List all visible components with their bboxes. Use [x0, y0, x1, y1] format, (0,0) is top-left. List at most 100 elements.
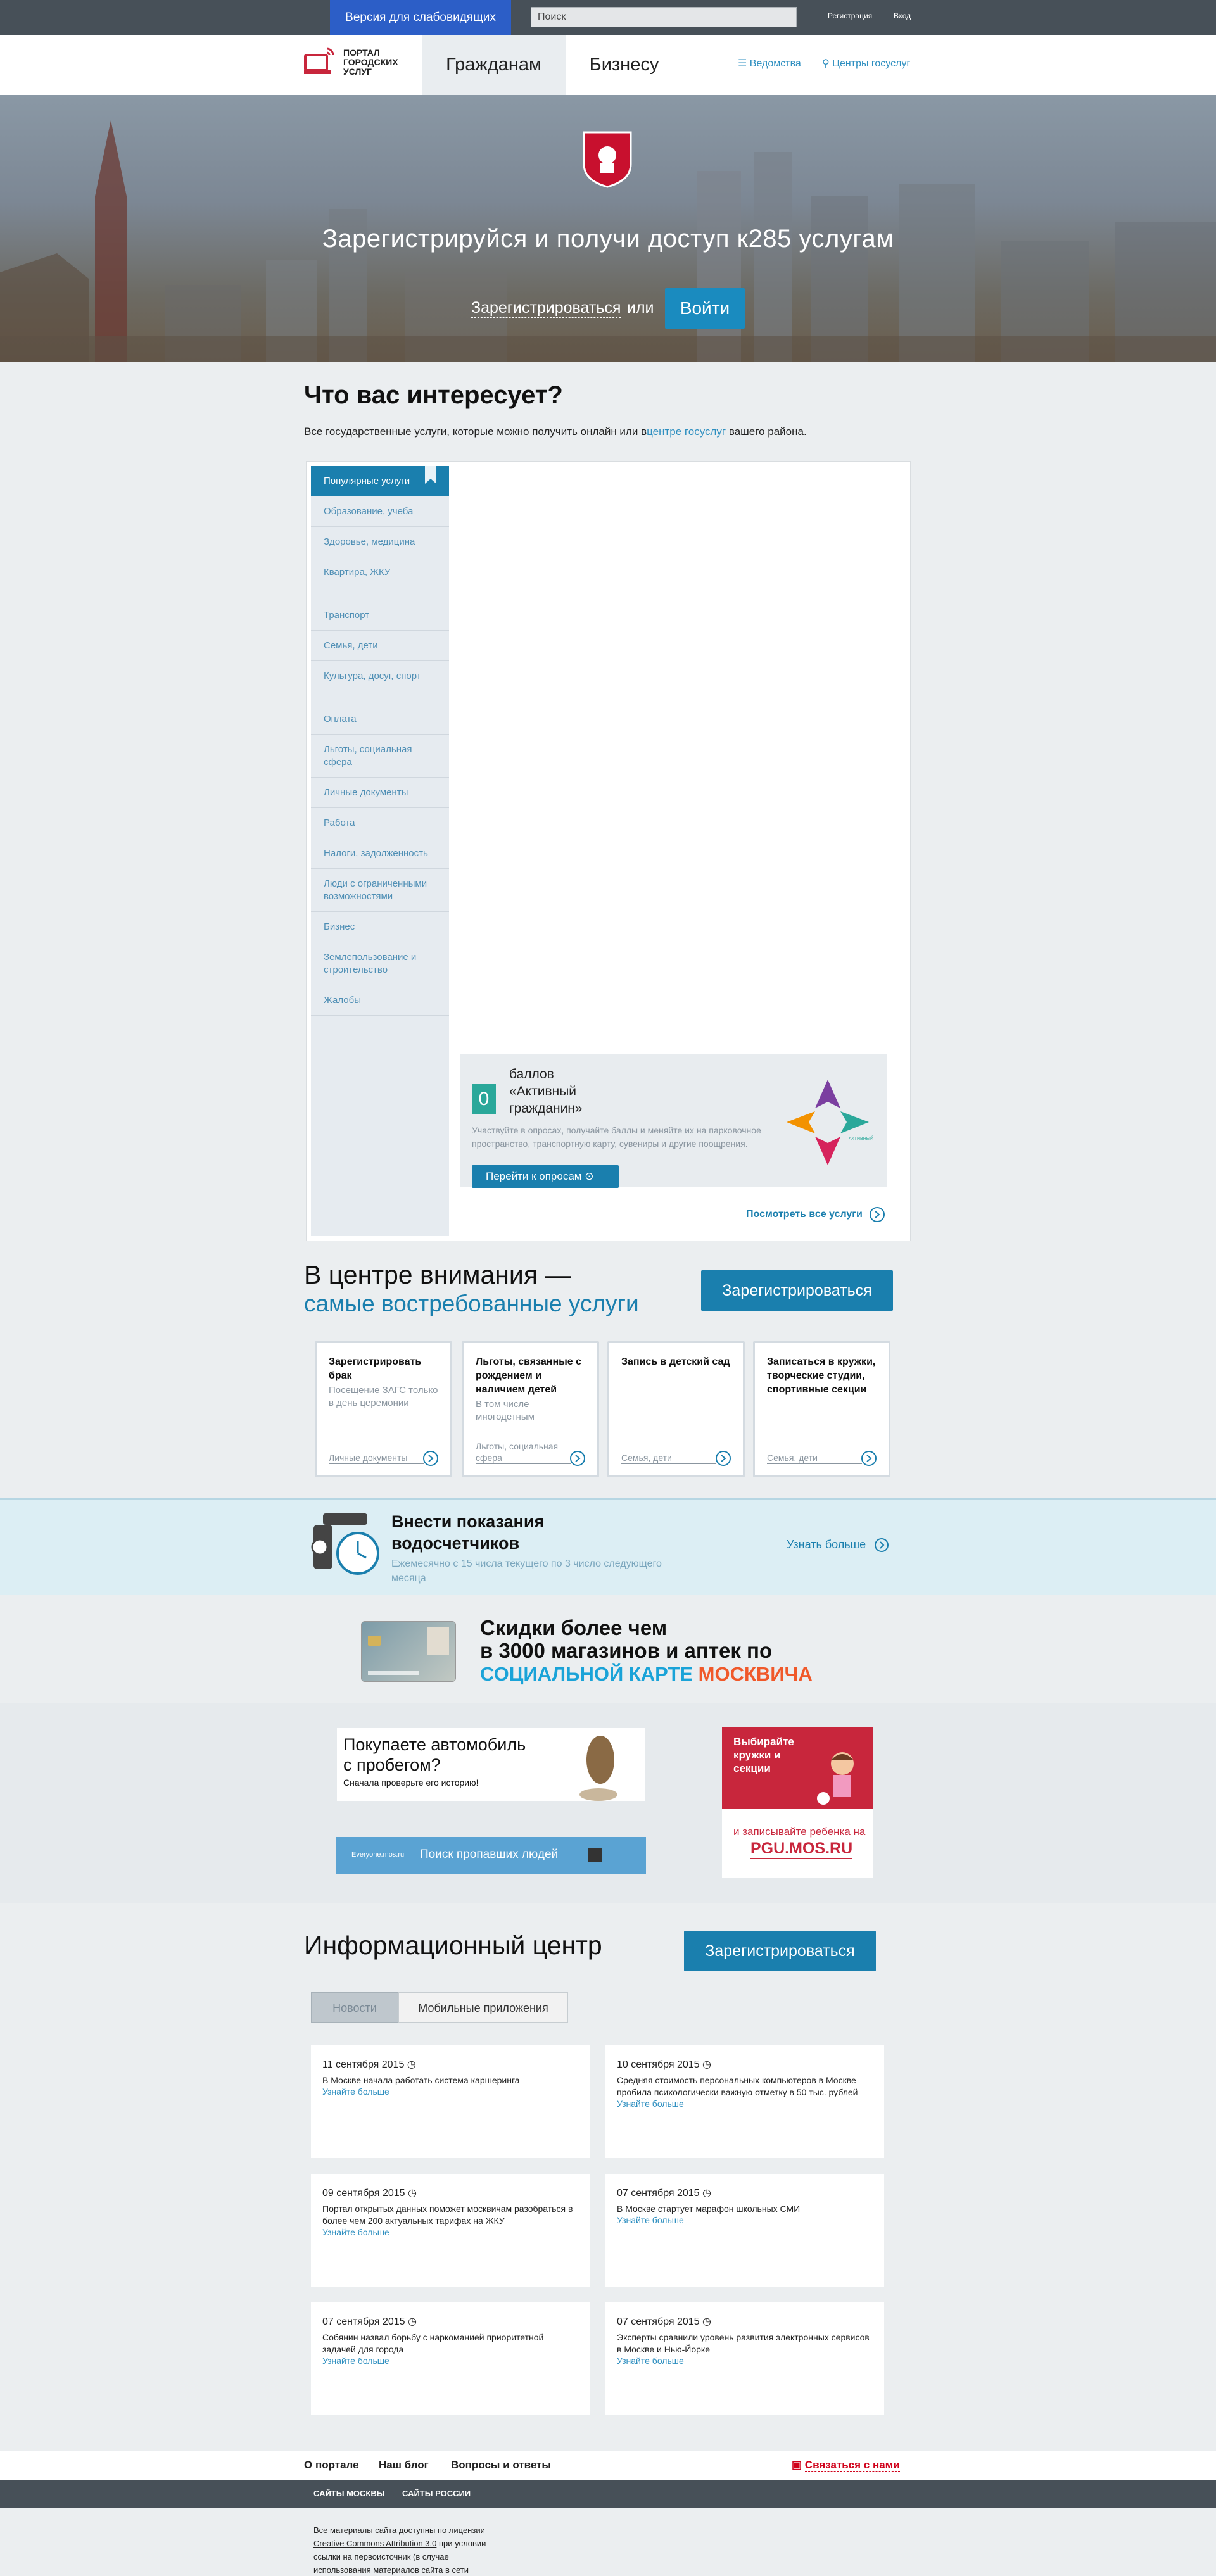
login-link[interactable]: Вход [894, 11, 911, 20]
info-register-button[interactable]: Зарегистрироваться [684, 1931, 876, 1971]
missing-people-site: Everyone.mos.ru [352, 1851, 405, 1859]
news-date: 09 сентября 2015 ◷ [322, 2188, 417, 2199]
footer-link-blog[interactable]: Наш блог [379, 2459, 429, 2472]
news-card[interactable]: 10 сентября 2015 ◷ Средняя стоимость перс… [605, 2045, 884, 2158]
news-more-link[interactable]: Узнайте больше [322, 2227, 390, 2237]
category-item[interactable]: Квартира, ЖКУ [311, 557, 449, 600]
service-card-category-link[interactable]: Семья, дети [767, 1452, 862, 1464]
services-count-link[interactable]: 285 услугам [748, 225, 894, 253]
vision-impaired-link[interactable]: Версия для слабовидящих [330, 0, 511, 35]
category-item[interactable]: Налоги, задолженность [311, 838, 449, 869]
news-card[interactable]: 07 сентября 2015 ◷ Эксперты сравнили уров… [605, 2302, 884, 2415]
category-item[interactable]: Оплата [311, 704, 449, 735]
footer-link-faq[interactable]: Вопросы и ответы [451, 2459, 551, 2472]
service-card-title: Зарегистрировать брак [329, 1356, 422, 1381]
social-card-line1: Скидки более чем [480, 1616, 668, 1639]
go-to-polls-button[interactable]: Перейти к опросам ⊙ [472, 1165, 619, 1188]
news-card[interactable]: 07 сентября 2015 ◷ Собянин назвал борьбу … [311, 2302, 590, 2415]
tab-news[interactable]: Новости [311, 1992, 398, 2023]
arrow-circle-icon[interactable] [715, 1450, 732, 1467]
news-text: Портал открытых данных поможет москвичам… [322, 2204, 573, 2226]
service-card[interactable]: Запись в детский сад Семья, дети [607, 1341, 745, 1477]
social-card-line3: СОЦИАЛЬНОЙ КАРТЕ МОСКВИЧА [480, 1663, 813, 1685]
category-item[interactable]: Культура, досуг, спорт [311, 661, 449, 704]
service-centers-inline-link[interactable]: центре госуслуг [647, 426, 726, 438]
register-link[interactable]: Регистрация [828, 11, 872, 20]
missing-people-logo-icon [588, 1848, 602, 1862]
list-icon: ☰ [738, 58, 750, 69]
category-item[interactable]: Землепользование и строительство [311, 942, 449, 985]
missing-people-label: Поиск пропавших людей [420, 1848, 559, 1861]
hero-login-button[interactable]: Войти [665, 288, 745, 329]
service-card[interactable]: Зарегистрировать брак Посещение ЗАГС толь… [315, 1341, 452, 1477]
news-card[interactable]: 07 сентября 2015 ◷ В Москве стартует мара… [605, 2174, 884, 2287]
news-text: В Москве начала работать система каршери… [322, 2075, 520, 2085]
category-item[interactable]: Льготы, социальная сфера [311, 735, 449, 778]
news-card[interactable]: 09 сентября 2015 ◷ Портал открытых данных… [311, 2174, 590, 2287]
service-card-title: Льготы, связанные с рождением и наличием… [476, 1356, 582, 1395]
tab-citizens[interactable]: Гражданам [422, 35, 566, 95]
water-more-link[interactable]: Узнать больше [787, 1537, 889, 1553]
news-more-link[interactable]: Узнайте больше [322, 2087, 390, 2097]
kids-ad-site: PGU.MOS.RU [750, 1840, 853, 1859]
category-item[interactable]: Личные документы [311, 778, 449, 808]
active-citizen-description: Участвуйте в опросах, получайте баллы и … [472, 1125, 761, 1149]
portal-logo-icon[interactable] [304, 46, 336, 79]
news-text: Собянин назвал борьбу с наркоманией прио… [322, 2332, 544, 2354]
news-more-link[interactable]: Узнайте больше [322, 2356, 390, 2366]
clock-icon: ◷ [405, 2188, 417, 2199]
news-card[interactable]: 11 сентября 2015 ◷ В Москве начала работа… [311, 2045, 590, 2158]
tab-business[interactable]: Бизнесу [566, 35, 683, 95]
category-item[interactable]: Здоровье, медицина [311, 527, 449, 557]
category-item[interactable]: Люди с ограниченными возможностями [311, 869, 449, 912]
news-date: 07 сентября 2015 ◷ [617, 2188, 711, 2199]
social-card-image [361, 1621, 456, 1682]
news-text: Средняя стоимость персональных компьютер… [617, 2075, 858, 2097]
moscow-sites-link[interactable]: САЙТЫ МОСКВЫ [314, 2489, 384, 2498]
info-center-heading: Информационный центр [304, 1931, 602, 1960]
search-input[interactable]: Поиск [531, 7, 797, 27]
service-card[interactable]: Записаться в кружки, творческие студии, … [753, 1341, 890, 1477]
category-item[interactable]: Образование, учеба [311, 496, 449, 527]
departments-link[interactable]: ☰ Ведомства [738, 57, 801, 70]
top-bar-spacer [294, 0, 330, 35]
service-card-category-link[interactable]: Личные документы [329, 1452, 424, 1464]
category-item[interactable]: Бизнес [311, 912, 449, 942]
arrow-circle-icon[interactable] [422, 1450, 439, 1467]
footer-link-about[interactable]: О портале [304, 2459, 359, 2472]
category-item[interactable]: Работа [311, 808, 449, 838]
footer-nav: О портале Наш блог Вопросы и ответы [0, 2451, 1216, 2480]
service-centers-link[interactable]: ⚲ Центры госуслуг [822, 57, 910, 70]
news-text: В Москве стартует марафон школьных СМИ [617, 2204, 801, 2214]
arrow-circle-icon[interactable] [569, 1450, 586, 1467]
bookmark-icon [425, 466, 436, 484]
search-button[interactable] [776, 8, 796, 27]
used-car-ad-title: Покупаете автомобиль с пробегом? [343, 1735, 526, 1774]
news-more-link[interactable]: Узнайте больше [617, 2356, 684, 2366]
tab-mobile-apps[interactable]: Мобильные приложения [398, 1992, 568, 2023]
hero-register-link[interactable]: Зарегистрироваться [471, 299, 621, 318]
social-card-line2: в 3000 магазинов и аптек по [480, 1639, 773, 1662]
news-more-link[interactable]: Узнайте больше [617, 2215, 684, 2225]
category-item[interactable]: Семья, дети [311, 631, 449, 661]
portal-logo-text[interactable]: ПОРТАЛ ГОРОДСКИХ УСЛУГ [343, 48, 419, 77]
category-item[interactable]: Жалобы [311, 985, 449, 1016]
service-card-category-link[interactable]: Семья, дети [621, 1452, 716, 1464]
location-pin-icon: ⚲ [822, 58, 833, 69]
service-card-category-link[interactable]: Льготы, социальная сфера [476, 1441, 571, 1464]
license-link[interactable]: Creative Commons Attribution 3.0 [314, 2539, 436, 2548]
contact-us-link[interactable]: ▣ Связаться с нами [792, 2459, 900, 2472]
active-citizen-title: баллов «Активный гражданин» [509, 1067, 583, 1116]
arrow-circle-icon: ⊙ [585, 1170, 594, 1182]
see-all-services-link[interactable]: Посмотреть все услуги [746, 1206, 885, 1223]
category-item[interactable]: Транспорт [311, 600, 449, 631]
focus-title: В центре внимания — [304, 1260, 571, 1289]
focus-register-button[interactable]: Зарегистрироваться [701, 1270, 893, 1311]
service-card-subtitle: Посещение ЗАГС только в день церемонии [329, 1385, 438, 1408]
russia-sites-link[interactable]: САЙТЫ РОССИИ [402, 2489, 471, 2498]
service-card[interactable]: Льготы, связанные с рождением и наличием… [462, 1341, 599, 1477]
clock-icon: ◷ [699, 2316, 711, 2327]
news-more-link[interactable]: Узнайте больше [617, 2099, 684, 2109]
arrow-circle-icon[interactable] [861, 1450, 877, 1467]
active-citizen-logo[interactable]: АКТИВНЫЙ ГРАЖДАНИН [780, 1076, 902, 1168]
